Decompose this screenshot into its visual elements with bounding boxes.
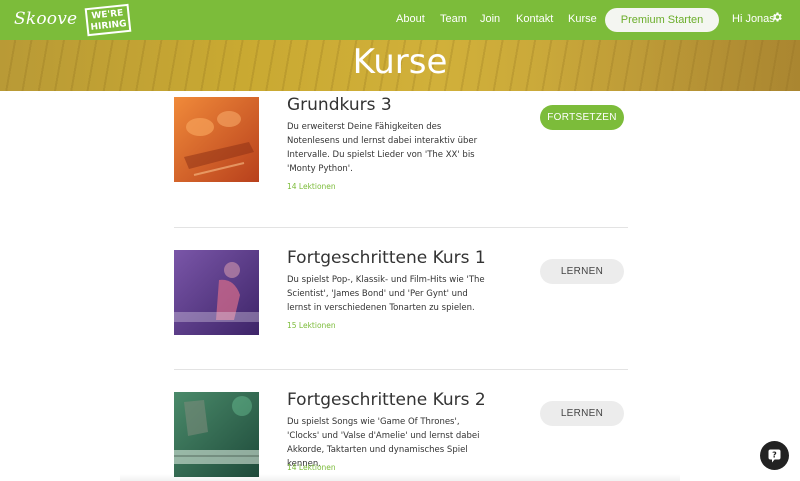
help-chat-icon: ? — [768, 449, 781, 463]
svg-text:?: ? — [772, 451, 777, 460]
course-description: Du erweiterst Deine Fähigkeiten des Note… — [287, 122, 478, 174]
continue-course-button[interactable]: FORTSETZEN — [540, 105, 624, 130]
course-thumbnail-fortgeschrittene-kurs-1[interactable] — [174, 250, 259, 335]
user-greeting[interactable]: Hi Jonas — [732, 13, 775, 25]
course-description: Du spielst Pop-, Klassik- und Film-Hits … — [287, 275, 485, 313]
course-title[interactable]: Fortgeschrittene Kurs 1 — [287, 248, 486, 268]
nav-link-kontakt[interactable]: Kontakt — [516, 13, 553, 25]
nav-link-kurse[interactable]: Kurse — [568, 13, 597, 25]
course-item-fortgeschrittene-kurs-2: Fortgeschrittene Kurs 2 Du spielst Songs… — [174, 390, 628, 481]
course-lesson-count: 15 Lektionen — [287, 321, 336, 330]
learn-course-button[interactable]: LERNEN — [540, 259, 624, 284]
page-banner: Kurse — [0, 40, 800, 91]
course-lesson-count: 14 Lektionen — [287, 463, 336, 472]
help-chat-button[interactable]: ? — [760, 441, 789, 470]
were-hiring-badge[interactable]: WE'RE HIRING — [84, 3, 132, 37]
nav-link-team[interactable]: Team — [440, 13, 467, 25]
course-item-fortgeschrittene-kurs-1: Fortgeschrittene Kurs 1 Du spielst Pop-,… — [174, 248, 628, 350]
course-title[interactable]: Fortgeschrittene Kurs 2 — [287, 390, 486, 410]
course-title[interactable]: Grundkurs 3 — [287, 95, 392, 115]
top-navigation-bar: Skoove WE'RE HIRING About Team Join Kont… — [0, 0, 800, 40]
gear-icon[interactable] — [771, 11, 783, 23]
nav-link-join[interactable]: Join — [480, 13, 500, 25]
bottom-fade — [120, 474, 680, 481]
course-lesson-count: 14 Lektionen — [287, 182, 336, 191]
skoove-logo[interactable]: Skoove — [14, 9, 77, 29]
premium-start-button[interactable]: Premium Starten — [605, 8, 719, 32]
learn-course-button[interactable]: LERNEN — [540, 401, 624, 426]
nav-link-about[interactable]: About — [396, 13, 425, 25]
course-divider — [174, 227, 628, 228]
course-divider — [174, 369, 628, 370]
page-title: Kurse — [352, 42, 448, 82]
course-thumbnail-fortgeschrittene-kurs-2[interactable] — [174, 392, 259, 477]
course-thumbnail-grundkurs-3[interactable] — [174, 97, 259, 182]
course-item-grundkurs-3: Grundkurs 3 Du erweiterst Deine Fähigkei… — [174, 95, 628, 197]
